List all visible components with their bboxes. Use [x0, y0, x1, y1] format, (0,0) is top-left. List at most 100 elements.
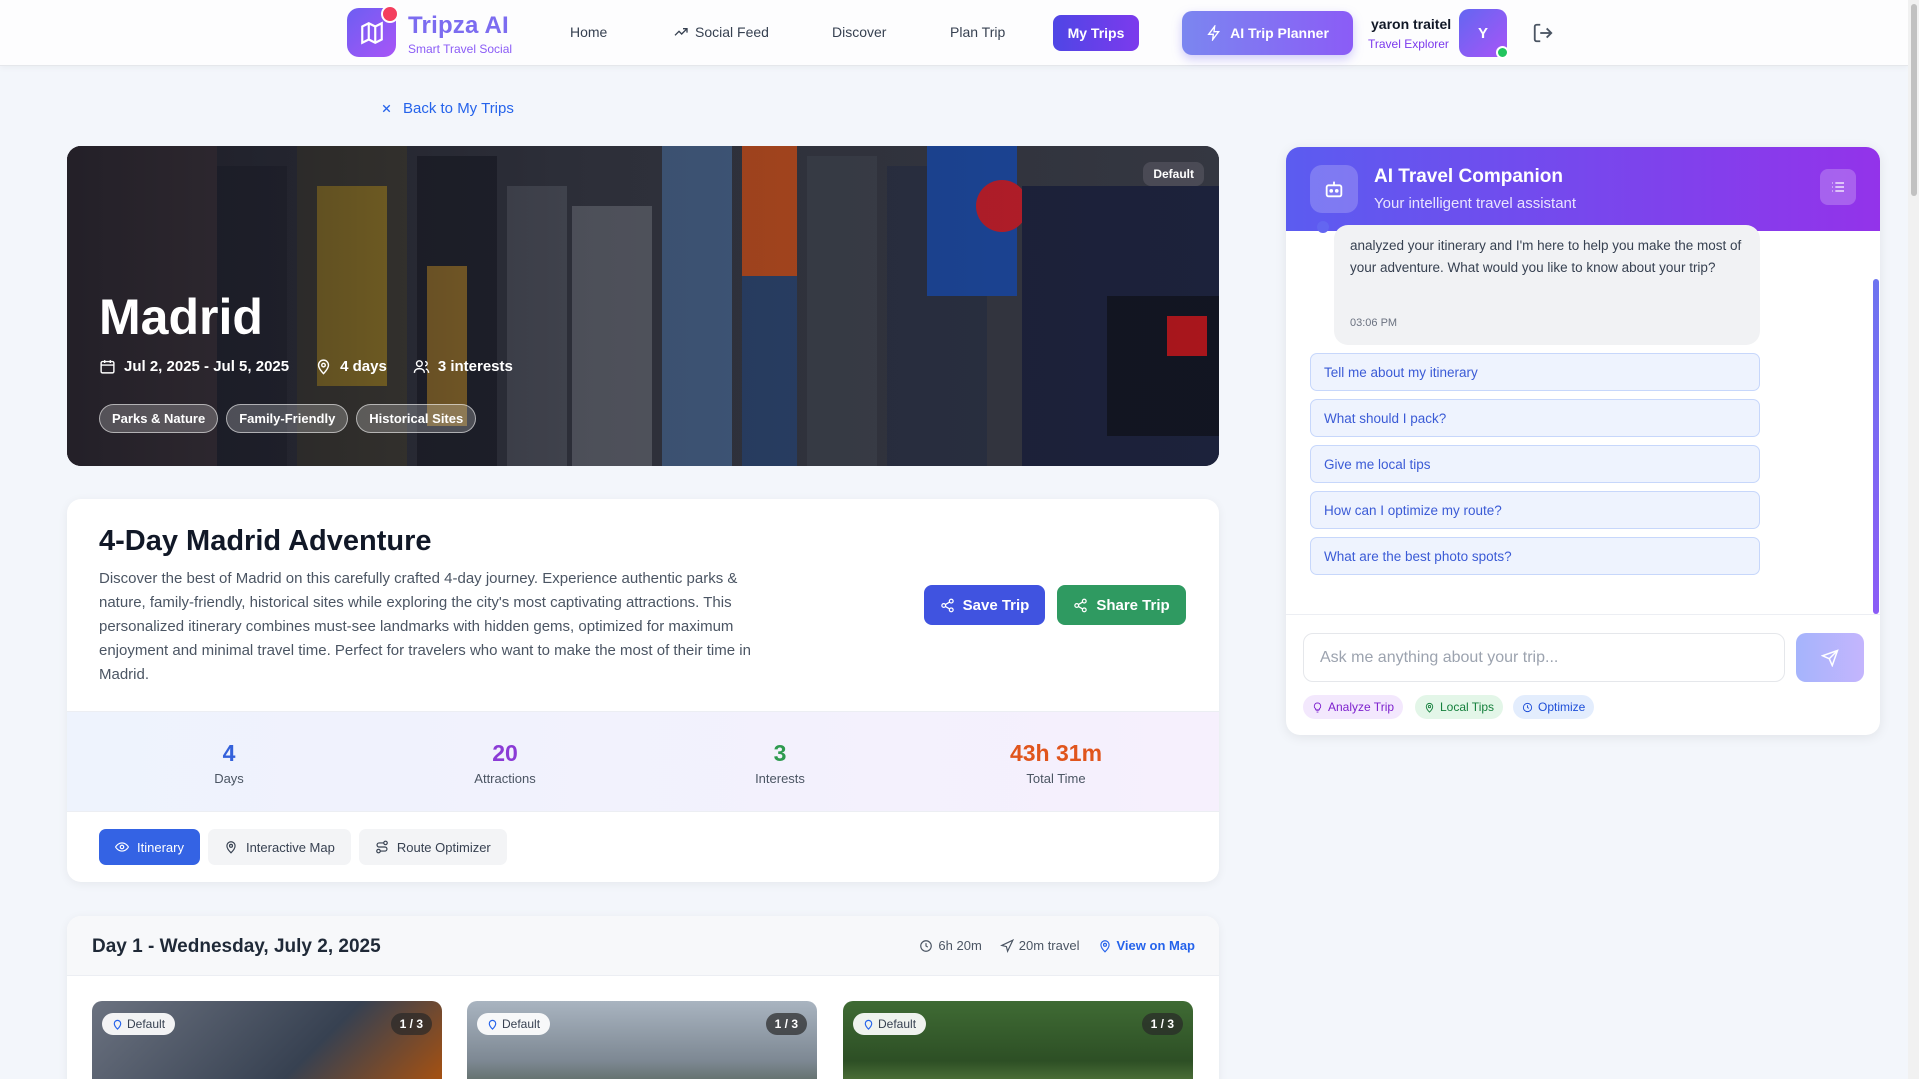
stat-interests: 3 Interests	[680, 740, 880, 786]
share-trip-button[interactable]: Share Trip	[1057, 585, 1186, 625]
route-icon	[376, 840, 388, 854]
trip-overview-card: 4-Day Madrid Adventure Discover the best…	[67, 499, 1219, 882]
location-pin-icon	[113, 1019, 122, 1030]
user-role: Travel Explorer	[1368, 37, 1449, 51]
stat-attractions: 20 Attractions	[405, 740, 605, 786]
quick-action-analyze-trip[interactable]: Analyze Trip	[1303, 695, 1404, 719]
back-to-my-trips-link[interactable]: Back to My Trips	[380, 100, 514, 117]
day-info: 6h 20m 20m travel View on Map	[919, 938, 1195, 953]
day-title: Day 1 - Wednesday, July 2, 2025	[92, 936, 381, 957]
image-counter: 1 / 3	[1141, 1013, 1183, 1035]
chat-subtitle: Your intelligent travel assistant	[1374, 195, 1577, 212]
interest-tag: Parks & Nature	[99, 404, 219, 433]
day-duration-text: 6h 20m	[938, 938, 982, 953]
image-source-badge: Default	[1143, 162, 1204, 186]
share-nodes-icon	[1074, 598, 1088, 612]
suggestion-button[interactable]: What are the best photo spots?	[1310, 537, 1760, 575]
send-button[interactable]	[1796, 633, 1864, 682]
bot-icon	[1310, 165, 1358, 213]
location-pin-icon	[226, 841, 236, 854]
send-icon	[1821, 648, 1839, 667]
stat-value: 4	[222, 740, 236, 766]
tab-route-optimizer[interactable]: Route Optimizer	[358, 829, 507, 865]
calendar-icon	[100, 360, 115, 374]
attraction-card[interactable]: Default 1 / 3	[843, 1001, 1193, 1079]
tab-route-optimizer-label: Route Optimizer	[396, 839, 491, 855]
interest-tags: Parks & Nature Family-Friendly Historica…	[99, 404, 477, 433]
view-on-map-link[interactable]: View on Map	[1098, 938, 1196, 953]
logout-icon[interactable]	[1532, 22, 1554, 44]
trip-view-tabs: Itinerary Interactive Map Route Optimize…	[99, 829, 507, 865]
day-duration: 6h 20m	[919, 938, 982, 953]
day-travel-text: 20m travel	[1018, 938, 1080, 953]
online-status-dot	[1496, 46, 1509, 59]
quick-action-label: Analyze Trip	[1328, 700, 1395, 714]
location-pin-icon	[1425, 702, 1434, 713]
trending-icon	[674, 28, 688, 36]
tab-interactive-map[interactable]: Interactive Map	[207, 829, 351, 865]
view-on-map-label: View on Map	[1116, 938, 1196, 953]
share-nodes-icon	[940, 598, 954, 612]
quick-action-optimize[interactable]: Optimize	[1513, 695, 1595, 719]
badge-label: Default	[127, 1017, 166, 1031]
image-counter: 1 / 3	[390, 1013, 432, 1035]
interest-tag: Historical Sites	[356, 404, 477, 433]
brand-name[interactable]: Tripza AI	[408, 12, 509, 40]
trip-dates-text: Jul 2, 2025 - Jul 5, 2025	[124, 358, 290, 375]
suggestion-button[interactable]: How can I optimize my route?	[1310, 491, 1760, 529]
trip-interests-text: 3 interests	[437, 358, 513, 375]
stat-value: 20	[492, 740, 518, 766]
chat-scrollbar[interactable]	[1873, 279, 1879, 614]
navigation-icon	[999, 938, 1014, 953]
trip-hero-banner: Default Madrid Jul 2, 2025 - Jul 5, 2025…	[67, 146, 1219, 466]
trip-stats: 4 Days 20 Attractions 3 Interests 43h 31m To…	[67, 711, 1219, 812]
chat-title: AI Travel Companion	[1374, 166, 1563, 187]
chat-input[interactable]: Ask me anything about your trip...	[1303, 633, 1785, 682]
divider	[1286, 614, 1880, 615]
nav-discover[interactable]: Discover	[832, 24, 886, 40]
message-avatar-dot	[1317, 221, 1329, 233]
quick-action-label: Optimize	[1538, 700, 1586, 714]
stat-label: Days	[214, 771, 244, 786]
attraction-card[interactable]: Default 1 / 3	[467, 1001, 817, 1079]
ai-trip-planner-button[interactable]: AI Trip Planner	[1182, 11, 1353, 55]
stat-label: Interests	[755, 771, 805, 786]
stat-days: 4 Days	[129, 740, 329, 786]
day-travel: 20m travel	[999, 938, 1080, 953]
quick-action-local-tips[interactable]: Local Tips	[1415, 695, 1504, 719]
eye-icon	[115, 842, 129, 852]
nav-plan-trip[interactable]: Plan Trip	[950, 24, 1005, 40]
attraction-card[interactable]: Default 1 / 3	[92, 1001, 442, 1079]
trip-days-text: 4 days	[340, 358, 387, 375]
nav-social-feed[interactable]: Social Feed	[673, 24, 769, 40]
stat-total-time: 43h 31m Total Time	[956, 740, 1156, 786]
page-scrollbar-thumb[interactable]	[1911, 4, 1917, 196]
interest-tag: Family-Friendly	[226, 404, 349, 433]
badge-label: Default	[502, 1017, 541, 1031]
tab-itinerary-label: Itinerary	[137, 839, 184, 855]
stat-label: Total Time	[1026, 771, 1086, 786]
share-trip-label: Share Trip	[1096, 596, 1170, 614]
trip-title: 4-Day Madrid Adventure	[99, 525, 432, 557]
nav-my-trips[interactable]: My Trips	[1053, 15, 1139, 51]
location-pin-icon	[864, 1019, 873, 1030]
location-pin-icon	[488, 1019, 497, 1030]
trip-meta: Jul 2, 2025 - Jul 5, 2025 4 days 3 inter…	[99, 358, 513, 375]
list-menu-icon[interactable]	[1820, 169, 1856, 205]
sparkle-icon	[381, 5, 399, 23]
image-source-badge: Default	[102, 1013, 176, 1035]
destination-title: Madrid	[99, 289, 263, 345]
nav-home[interactable]: Home	[570, 24, 607, 40]
quick-action-label: Local Tips	[1440, 700, 1495, 714]
clock-icon	[920, 939, 933, 952]
trip-interests: 3 interests	[413, 358, 513, 375]
suggestion-button[interactable]: What should I pack?	[1310, 399, 1760, 437]
chat-header	[1286, 147, 1880, 231]
suggestion-button[interactable]: Give me local tips	[1310, 445, 1760, 483]
tab-itinerary[interactable]: Itinerary	[99, 829, 200, 865]
message-text: analyzed your itinerary and I'm here to …	[1350, 238, 1742, 275]
save-trip-button[interactable]: Save Trip	[924, 585, 1045, 625]
brand-tagline: Smart Travel Social	[408, 42, 513, 56]
location-pin-icon	[1099, 939, 1110, 953]
suggestion-button[interactable]: Tell me about my itinerary	[1310, 353, 1760, 391]
